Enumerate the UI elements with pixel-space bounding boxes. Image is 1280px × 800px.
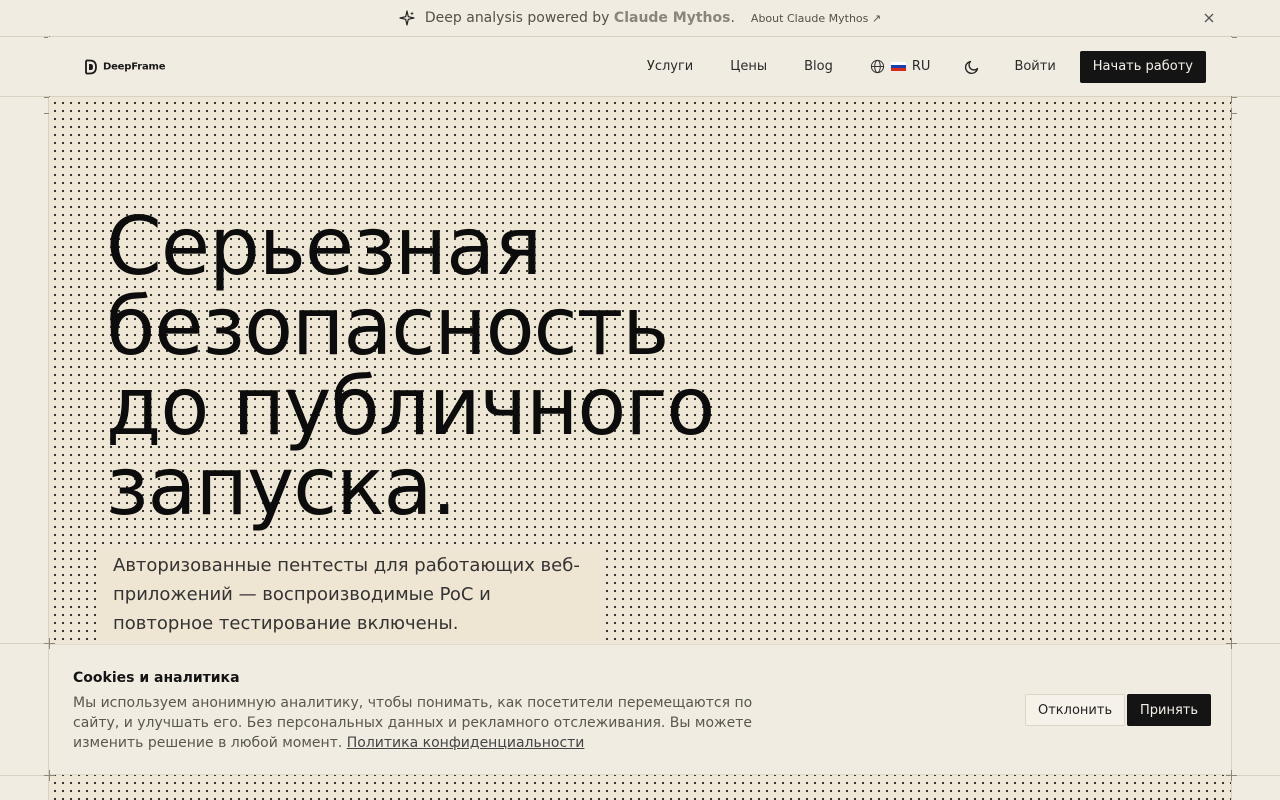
login-link[interactable]: Войти: [1014, 59, 1055, 74]
cookie-title: Cookies и аналитика: [73, 670, 240, 686]
privacy-policy-link[interactable]: Политика конфиденциальности: [347, 735, 585, 751]
language-switcher[interactable]: RU: [870, 59, 931, 74]
flag-russia-icon: [890, 61, 906, 72]
close-icon[interactable]: [1200, 9, 1218, 27]
globe-icon: [870, 59, 884, 74]
theme-toggle-button[interactable]: [964, 59, 980, 75]
logo-text: DeepFrame: [103, 61, 166, 73]
top-navigation: DeepFrame Услуги Цены Blog RU Войти Нача…: [48, 37, 1232, 96]
nav-links: Услуги Цены Blog RU Войти Начать работу: [647, 37, 1206, 96]
announcement-text: Deep analysis powered by Claude Mythos.: [425, 10, 735, 26]
announcement-suffix: .: [730, 10, 735, 26]
corner-marker: [44, 770, 55, 781]
corner-marker: [1226, 770, 1237, 781]
announcement-prefix: Deep analysis powered by: [424, 10, 610, 26]
cookie-banner: Cookies и аналитика Мы используем аноним…: [49, 644, 1231, 775]
deepframe-logo-icon: [85, 59, 97, 75]
hero-title-line: до публичного: [106, 360, 715, 453]
corner-marker: [1226, 638, 1237, 649]
hero-title-line: запуска.: [106, 440, 457, 533]
language-code: RU: [911, 59, 931, 74]
moon-icon: [965, 60, 979, 74]
nav-link-pricing[interactable]: Цены: [730, 59, 767, 74]
sparkle-icon: [399, 10, 415, 26]
hero-subtitle: Авторизованные пентесты для работающих в…: [100, 549, 606, 640]
announcement-bar: Deep analysis powered by Claude Mythos. …: [48, 0, 1232, 36]
hero-title: Серьезная безопасность до публичного зап…: [106, 200, 715, 533]
logo[interactable]: DeepFrame: [84, 59, 166, 75]
get-started-button[interactable]: Начать работу: [1079, 50, 1206, 83]
decline-button[interactable]: Отклонить: [1025, 694, 1126, 726]
announcement-brand: Claude Mythos: [613, 10, 731, 26]
corner-marker: [44, 638, 55, 649]
frame-line-right: [1231, 0, 1232, 800]
nav-link-blog[interactable]: Blog: [804, 59, 833, 74]
cookie-description: Мы используем анонимную аналитику, чтобы…: [73, 693, 753, 753]
about-claude-mythos-link[interactable]: About Claude Mythos ↗: [751, 12, 881, 25]
accept-button[interactable]: Принять: [1127, 694, 1212, 726]
hero-title-line: Серьезная: [106, 200, 542, 293]
hero-title-line: безопасность: [106, 280, 669, 373]
nav-link-services[interactable]: Услуги: [647, 59, 693, 74]
